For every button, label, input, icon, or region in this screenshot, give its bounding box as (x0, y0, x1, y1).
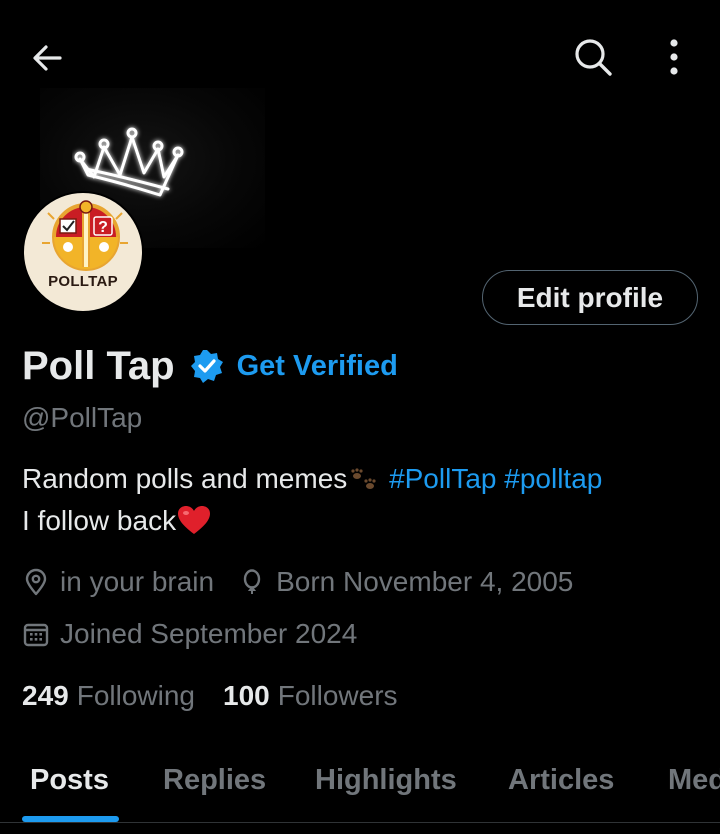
bio-text: Random polls and memes (22, 463, 348, 494)
arrow-left-icon (33, 45, 62, 71)
profile-bio: Random polls and memes #PollTap #polltap… (22, 458, 712, 542)
birthday-text: Born November 4, 2005 (276, 566, 574, 597)
profile-handle: @PollTap (22, 402, 143, 433)
tab-media[interactable]: Media (668, 764, 720, 797)
calendar-icon (23, 623, 49, 647)
profile-joined-row: Joined September 2024 (22, 618, 357, 650)
profile-avatar[interactable]: ? POLLTAP (22, 191, 144, 313)
bio-text-line2: I follow back (22, 505, 177, 536)
display-name: Poll Tap (22, 343, 175, 388)
back-button[interactable] (28, 38, 72, 78)
hashtag-polltap-lower-link[interactable]: #polltap (504, 463, 602, 494)
svg-text:?: ? (98, 219, 108, 236)
name-row: Poll Tap Get Verified (22, 340, 398, 392)
tab-replies[interactable]: Replies (163, 764, 266, 797)
followers-count: 100 (223, 680, 270, 711)
location-text: in your brain (60, 566, 215, 597)
profile-tabs: Posts Replies Highlights Articles Media (0, 750, 720, 822)
avatar-logo-text: POLLTAP (48, 273, 118, 290)
more-vertical-icon (670, 39, 678, 75)
tab-posts[interactable]: Posts (30, 764, 109, 797)
location-pin-icon (25, 568, 47, 596)
follow-stats: 249 Following 100 Followers (22, 680, 398, 712)
tabs-divider (0, 822, 720, 823)
balloon-icon (243, 569, 261, 594)
red-heart-icon (178, 506, 211, 534)
followers-label: Followers (277, 680, 398, 711)
poll-logo-icon: ? (42, 200, 128, 271)
profile-meta-row: in your brain Born November 4, 2005 (22, 566, 573, 598)
following-label: Following (76, 680, 195, 711)
followers-link[interactable]: 100 Followers (223, 680, 398, 712)
profile-page: ? POLLTAP Edit profile Poll Tap Get Veri… (0, 0, 720, 834)
paw-prints-icon (351, 468, 376, 489)
tab-highlights[interactable]: Highlights (315, 764, 457, 797)
more-options-button[interactable] (654, 34, 694, 80)
hashtag-polltap-link[interactable]: #PollTap (389, 463, 496, 494)
edit-profile-button[interactable]: Edit profile (482, 270, 698, 325)
search-button[interactable] (570, 34, 616, 80)
following-link[interactable]: 249 Following (22, 680, 195, 712)
search-icon (575, 39, 612, 76)
get-verified-link[interactable]: Get Verified (237, 350, 398, 383)
joined-text: Joined September 2024 (60, 618, 358, 649)
tab-articles[interactable]: Articles (508, 764, 614, 797)
verified-badge-icon (190, 350, 223, 383)
following-count: 249 (22, 680, 69, 711)
